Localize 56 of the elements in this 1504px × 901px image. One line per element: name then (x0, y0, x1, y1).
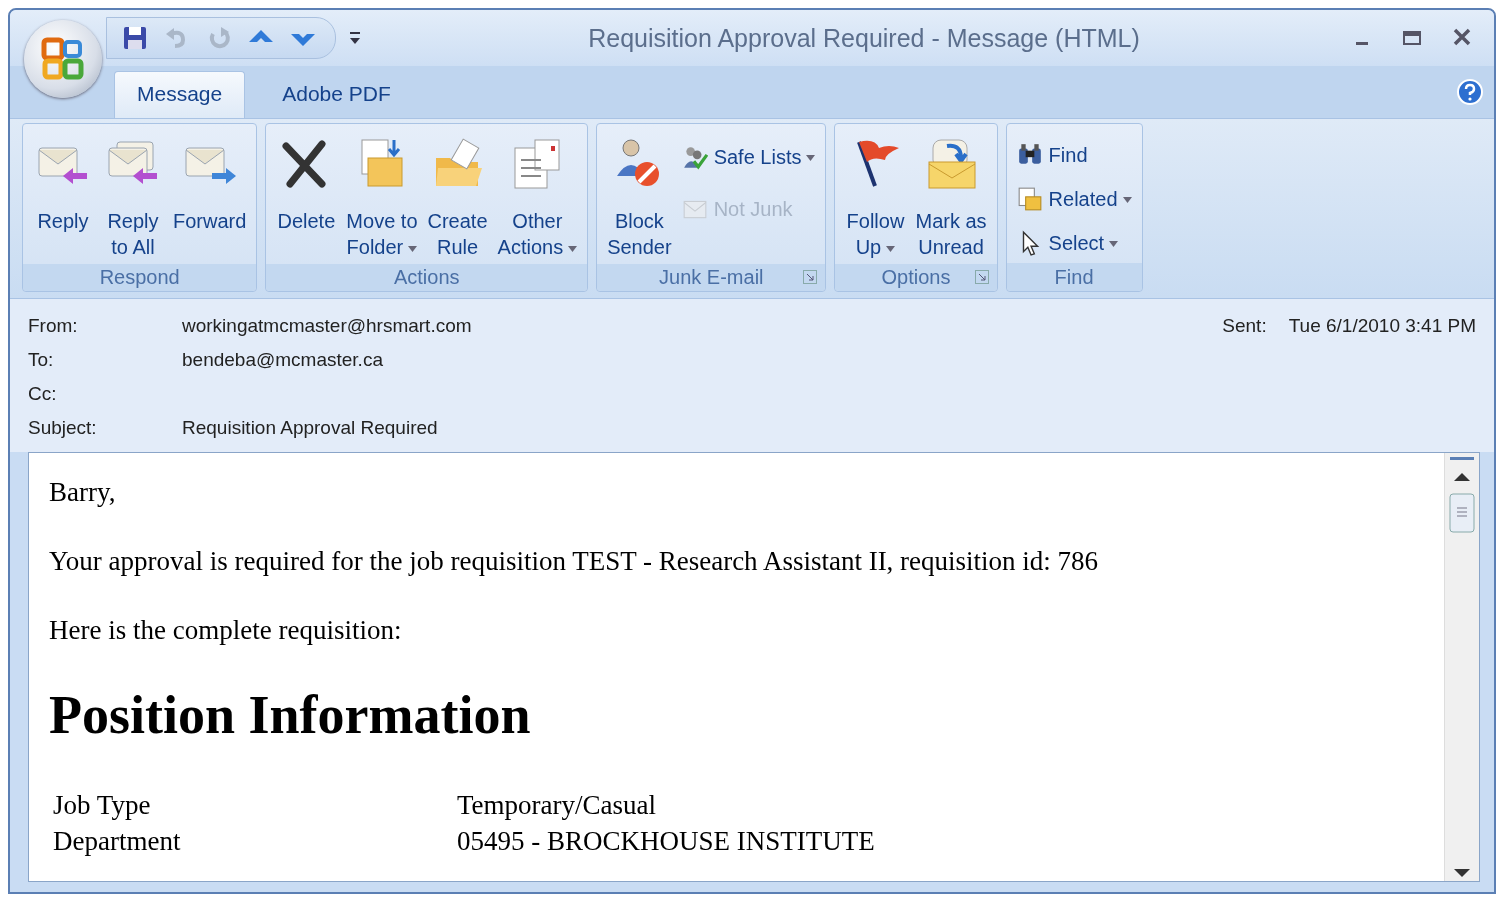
ribbon-button[interactable]: Select (1014, 224, 1134, 262)
office-logo-icon (40, 36, 86, 82)
ribbon-button[interactable]: Related (1014, 180, 1134, 218)
ribbon-button[interactable]: Find (1014, 136, 1134, 174)
dialog-launcher-icon[interactable] (974, 270, 989, 284)
field-label: To: (28, 349, 55, 371)
field-value: workingatmcmaster@hrsmart.com (182, 315, 472, 337)
caret-icon (408, 245, 418, 252)
field-value: Requisition Approval Required (182, 417, 438, 439)
row-value: 05495 - BROCKHOUSE INSTITUTE (457, 826, 875, 858)
ribbon-button[interactable]: Reply (31, 130, 95, 264)
group-label: Respond (99, 266, 180, 289)
row-label: Job Type (52, 790, 152, 822)
group-label: Actions (393, 266, 460, 289)
ribbon-button[interactable]: Safe Lists (679, 138, 818, 176)
ribbon-button[interactable]: Other Actions (495, 130, 580, 264)
field-label: From: (28, 315, 79, 337)
field-label: Subject: (28, 417, 98, 439)
paragraph: Your approval is required for the job requisition TEST - Research Assistant II, requisition id: 786 (49, 546, 1100, 577)
paragraph: Barry, (49, 477, 117, 508)
ribbon-button[interactable]: Create Rule (425, 130, 490, 264)
field-value: bendeba@mcmaster.ca (182, 349, 383, 371)
ribbon-button[interactable]: Block Sender (605, 130, 674, 264)
documents-icon (1016, 186, 1043, 212)
field-label: Sent: (1222, 315, 1267, 337)
customize-toolbar-icon[interactable] (348, 30, 362, 46)
group-label: Options (881, 266, 951, 289)
field-label: Cc: (28, 383, 58, 405)
ribbon-button[interactable]: Forward (171, 130, 249, 264)
scrollbar[interactable] (1444, 453, 1479, 881)
people-check-icon (681, 144, 708, 170)
caret-icon (1122, 197, 1132, 204)
scroll-thumb[interactable] (1449, 493, 1475, 533)
caret-icon (1109, 241, 1119, 248)
row-value: Temporary/Casual (457, 790, 657, 822)
group-label: Find (1054, 265, 1094, 289)
help-icon[interactable] (1456, 78, 1484, 106)
row-label: Department (52, 826, 182, 858)
ribbon-tab[interactable]: Adobe PDF (259, 71, 414, 118)
ribbon-button[interactable]: Delete (274, 130, 339, 264)
heading: Position Information (49, 684, 532, 746)
ribbon-button[interactable]: Mark as Unread (913, 130, 989, 264)
ribbon-button[interactable]: Follow Up (843, 130, 908, 264)
field-value: Tue 6/1/2010 3:41 PM (1288, 315, 1476, 337)
caret-icon (568, 245, 578, 252)
window-title: Requisition Approval Required - Message (HTML) (587, 23, 1141, 53)
ribbon-button[interactable]: Reply to All (101, 130, 165, 264)
paragraph: Here is the complete requisition: (49, 615, 403, 646)
caret-icon (806, 155, 816, 162)
dialog-launcher-icon[interactable] (803, 270, 818, 284)
ribbon-tab[interactable]: Message (114, 71, 246, 118)
ribbon-button[interactable]: Move to Folder (344, 130, 420, 264)
office-button[interactable] (24, 20, 102, 98)
save-icon[interactable] (121, 24, 149, 52)
caret-icon (886, 245, 896, 252)
group-label: Junk E-mail (659, 266, 764, 289)
